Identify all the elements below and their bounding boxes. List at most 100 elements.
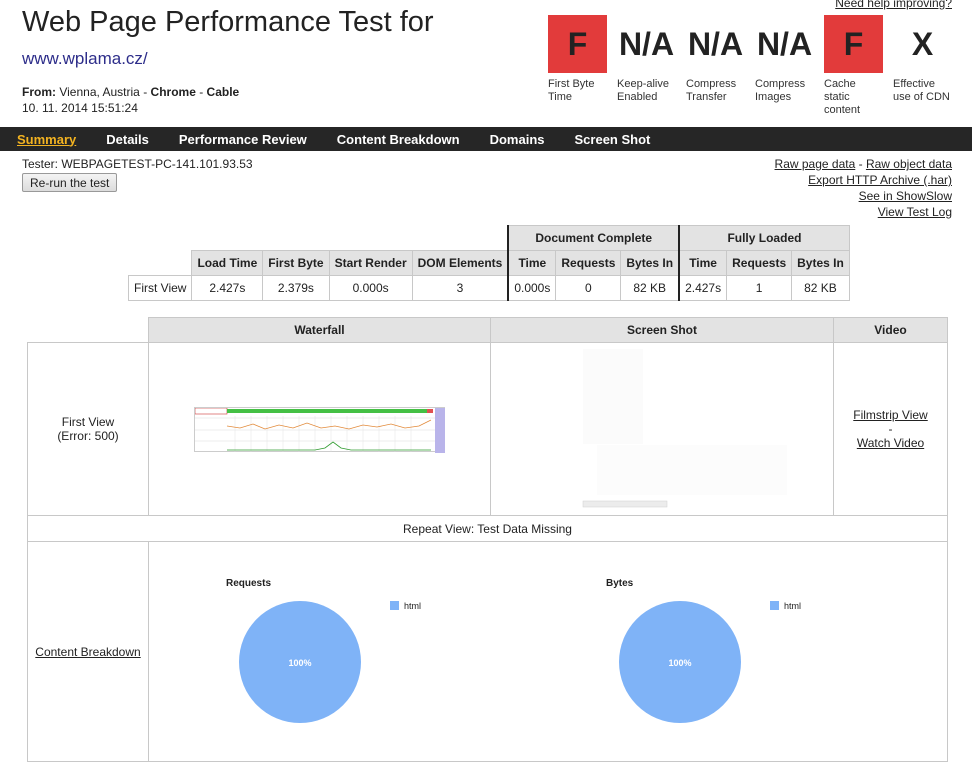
table-cell: 82 KB: [620, 275, 680, 301]
screenshot-thumbnail[interactable]: [537, 349, 787, 509]
connection-type: Cable: [206, 85, 240, 99]
tester-info: Tester: WEBPAGETEST-PC-141.101.93.53: [22, 157, 253, 171]
filmstrip-view-link[interactable]: Filmstrip View: [853, 408, 927, 422]
detail-grid: Waterfall Screen Shot Video First View (…: [27, 317, 948, 762]
document-complete-header: Document Complete: [507, 225, 680, 251]
separator: -: [888, 422, 893, 436]
table-cell: 0.000s: [328, 275, 413, 301]
export-links: Raw page data - Raw object data Export H…: [775, 156, 952, 220]
table-cell: 82 KB: [791, 275, 850, 301]
video-cell: Filmstrip View - Watch Video: [833, 342, 948, 516]
screenshot-header: Screen Shot: [490, 317, 834, 343]
table-cell: 0: [555, 275, 622, 301]
col-full-time: Time: [678, 250, 728, 276]
col-doc-time: Time: [507, 250, 557, 276]
grade-label: Keep-alive Enabled: [617, 78, 669, 103]
col-dom-elements: DOM Elements: [411, 250, 509, 276]
test-location-line: From: Vienna, Austria - Chrome - Cable: [22, 85, 239, 99]
grade-value: F: [824, 15, 883, 73]
results-table: Document Complete Fully Loaded Load Time…: [127, 225, 850, 301]
table-row: First View 2.427s 2.379s 0.000s 3 0.000s…: [127, 275, 850, 301]
separator: -: [139, 85, 151, 99]
rerun-test-button[interactable]: Re-run the test: [22, 173, 118, 192]
grade-cdn[interactable]: X Effective use of CDN: [893, 15, 952, 104]
screenshot-cell: [490, 342, 834, 516]
table-cell: 2.427s: [191, 275, 264, 301]
legend-label: html: [404, 601, 421, 611]
waterfall-header: Waterfall: [148, 317, 491, 343]
grade-value: X: [911, 25, 934, 62]
first-view-cell: First View (Error: 500): [27, 342, 149, 516]
tab-performance-review[interactable]: Performance Review: [179, 132, 307, 147]
requests-pie-chart: Requests 100% html: [226, 578, 421, 723]
content-breakdown-link[interactable]: Content Breakdown: [35, 645, 140, 659]
col-doc-requests: Requests: [555, 250, 622, 276]
browser-name: Chrome: [150, 85, 196, 99]
grade-first-byte[interactable]: F First Byte Time: [548, 15, 607, 104]
raw-page-data-link[interactable]: Raw page data: [775, 157, 856, 171]
waterfall-cell: [148, 342, 491, 516]
legend-swatch: [770, 600, 779, 610]
main-nav: Summary Details Performance Review Conte…: [0, 127, 972, 151]
showslow-link[interactable]: See in ShowSlow: [859, 189, 952, 203]
grade-compress-transfer[interactable]: N/A Compress Transfer: [686, 15, 745, 104]
page-title: Web Page Performance Test for: [22, 6, 434, 38]
repeat-view-missing: Repeat View: Test Data Missing: [27, 515, 948, 542]
waterfall-thumbnail[interactable]: [194, 406, 445, 453]
grade-label: Effective use of CDN: [893, 78, 950, 103]
test-date: 10. 11. 2014 15:51:24: [22, 101, 138, 115]
grade-label: Compress Images: [755, 78, 806, 103]
separator: -: [195, 85, 207, 99]
tested-url-link[interactable]: www.wplama.cz/: [22, 49, 148, 69]
grade-label: First Byte Time: [548, 78, 595, 103]
bytes-pie-chart: Bytes 100% html: [606, 578, 801, 723]
col-first-byte: First Byte: [262, 250, 330, 276]
from-location: Vienna, Austria: [59, 85, 140, 99]
chart-title: Requests: [226, 578, 271, 589]
tab-screen-shot[interactable]: Screen Shot: [575, 132, 651, 147]
slice-label: 100%: [668, 658, 691, 668]
tab-content-breakdown[interactable]: Content Breakdown: [337, 132, 460, 147]
grade-value: N/A: [618, 25, 675, 62]
video-header: Video: [833, 317, 948, 343]
grade-value: N/A: [687, 25, 744, 62]
col-load-time: Load Time: [191, 250, 264, 276]
grade-label: Cache static content: [824, 78, 861, 116]
chart-title: Bytes: [606, 578, 634, 589]
fully-loaded-header: Fully Loaded: [678, 225, 850, 251]
first-view-error: (Error: 500): [57, 429, 119, 443]
grade-label: Compress Transfer: [686, 78, 737, 103]
table-cell: 3: [411, 275, 509, 301]
col-doc-bytes: Bytes In: [620, 250, 680, 276]
content-breakdown-charts: Requests 100% html Bytes 100% html: [148, 541, 948, 762]
table-cell: 2.379s: [262, 275, 330, 301]
legend-label: html: [784, 601, 801, 611]
table-cell: 1: [726, 275, 793, 301]
grade-value: F: [548, 15, 607, 73]
slice-label: 100%: [288, 658, 311, 668]
col-start-render: Start Render: [328, 250, 413, 276]
row-label: First View: [127, 275, 193, 301]
tab-summary[interactable]: Summary: [17, 132, 76, 147]
grade-compress-images[interactable]: N/A Compress Images: [755, 15, 814, 104]
tab-details[interactable]: Details: [106, 132, 149, 147]
grade-keep-alive[interactable]: N/A Keep-alive Enabled: [617, 15, 676, 104]
watch-video-link[interactable]: Watch Video: [857, 436, 924, 450]
help-link[interactable]: Need help improving?: [835, 0, 952, 10]
col-full-requests: Requests: [726, 250, 793, 276]
table-cell: 2.427s: [678, 275, 728, 301]
tab-domains[interactable]: Domains: [490, 132, 545, 147]
grade-cache-static[interactable]: F Cache static content: [824, 15, 883, 117]
separator: -: [855, 157, 866, 171]
export-har-link[interactable]: Export HTTP Archive (.har): [808, 173, 952, 187]
screenshot-thumbnail-graphic: [582, 349, 787, 508]
waterfall-thumbnail-graphic: [194, 407, 445, 453]
col-full-bytes: Bytes In: [791, 250, 850, 276]
table-cell: 0.000s: [507, 275, 557, 301]
raw-object-data-link[interactable]: Raw object data: [866, 157, 952, 171]
from-label: From:: [22, 85, 56, 99]
content-breakdown-cell: Content Breakdown: [27, 541, 149, 762]
grade-value: N/A: [756, 25, 813, 62]
legend-swatch: [390, 600, 399, 610]
view-test-log-link[interactable]: View Test Log: [878, 205, 952, 219]
